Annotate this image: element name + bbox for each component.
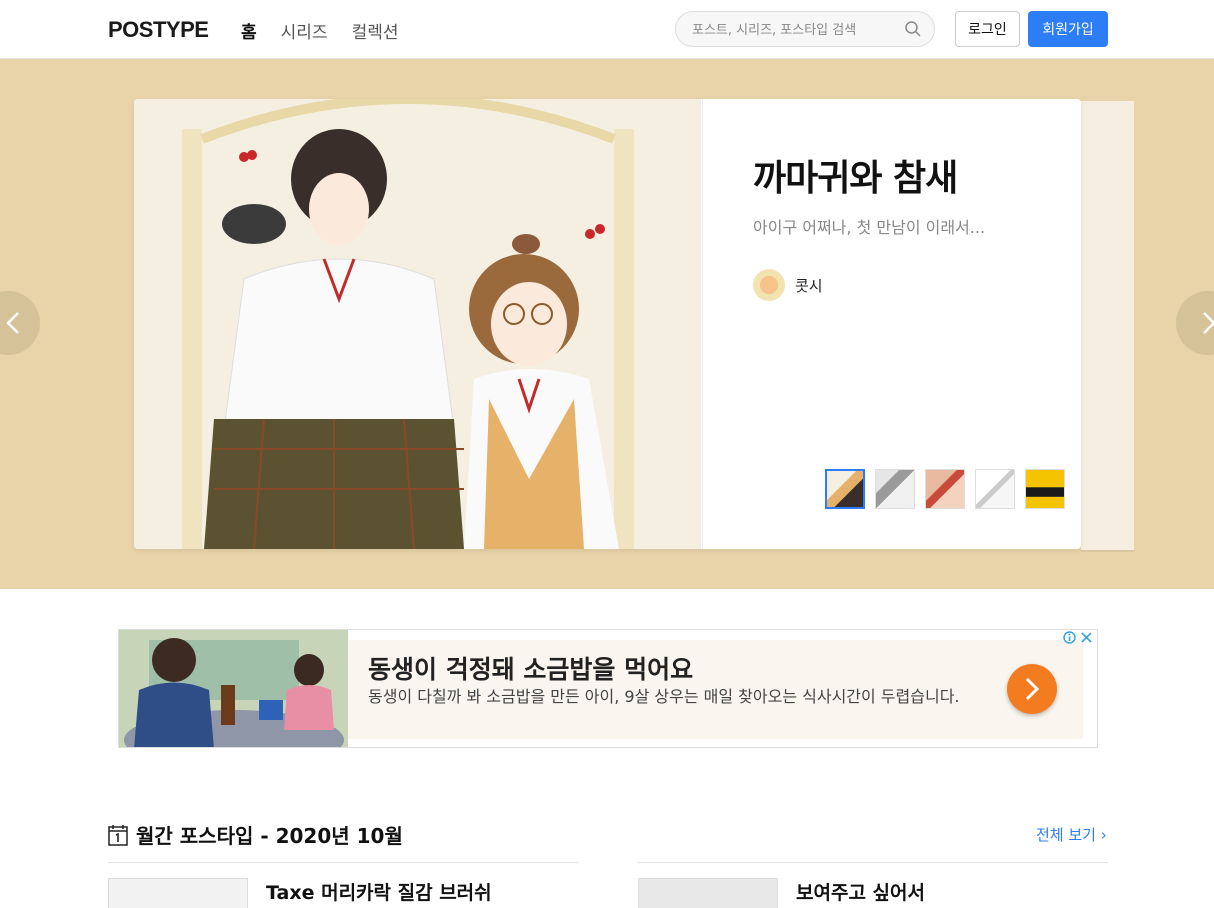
search-input[interactable] xyxy=(692,20,892,40)
hero-prev-button[interactable] xyxy=(0,291,40,355)
nav-collection[interactable]: 컬렉션 xyxy=(352,18,399,43)
ad-description: 동생이 다칠까 봐 소금밥을 만든 아이, 9살 상우는 매일 찾아오는 식사시… xyxy=(368,687,960,706)
chevron-left-icon xyxy=(6,312,19,334)
hero-subtitle: 아이구 어쩌나, 첫 만남이 이래서... xyxy=(753,218,986,237)
top-header: POSTYPE 홈 시리즈 컬렉션 로그인 회원가입 xyxy=(0,0,1214,59)
post-thumbnail xyxy=(108,878,248,908)
postype-logo[interactable]: POSTYPE xyxy=(108,17,209,43)
ad-title[interactable]: 동생이 걱정돼 소금밥을 먹어요 xyxy=(368,650,693,686)
monthly-section-title: 월간 포스타입 - 2020년 10월 xyxy=(108,820,403,849)
info-icon[interactable] xyxy=(1063,631,1076,644)
ad-go-button[interactable] xyxy=(1007,664,1057,714)
search-box xyxy=(675,11,935,47)
signup-button[interactable]: 회원가입 xyxy=(1028,11,1108,47)
hero-thumbnail[interactable] xyxy=(975,469,1015,509)
hero-card[interactable]: 까마귀와 참새 아이구 어쩌나, 첫 만남이 이래서... 콧시 xyxy=(134,99,1081,549)
chevron-right-icon xyxy=(1203,312,1214,334)
post-thumbnail xyxy=(638,878,778,908)
hero-thumbnail[interactable] xyxy=(875,469,915,509)
nav-home[interactable]: 홈 xyxy=(241,18,257,43)
ad-banner[interactable]: 동생이 걱정돼 소금밥을 먹어요 동생이 다칠까 봐 소금밥을 만든 아이, 9… xyxy=(118,629,1098,748)
post-title[interactable]: Taxe 머리카락 질감 브러쉬 xyxy=(266,878,492,905)
hero-info: 까마귀와 참새 아이구 어쩌나, 첫 만남이 이래서... 콧시 xyxy=(702,99,1081,549)
hero-banner: 까마귀와 참새 아이구 어쩌나, 첫 만남이 이래서... 콧시 xyxy=(0,59,1214,589)
post-title[interactable]: 보여주고 싶어서 xyxy=(796,878,925,905)
calendar-icon xyxy=(108,824,128,846)
hero-thumbnails xyxy=(825,469,1065,509)
author-name: 콧시 xyxy=(795,276,823,295)
hero-thumbnail[interactable] xyxy=(925,469,965,509)
ad-image xyxy=(119,630,348,747)
nav-series[interactable]: 시리즈 xyxy=(281,18,328,43)
close-icon[interactable] xyxy=(1080,631,1093,644)
hero-thumbnail[interactable] xyxy=(1025,469,1065,509)
hero-thumbnail[interactable] xyxy=(825,469,865,509)
section-heading: 월간 포스타입 - 2020년 10월 xyxy=(136,824,403,848)
ad-choices[interactable] xyxy=(1063,631,1093,644)
main-nav: 홈 시리즈 컬렉션 xyxy=(241,18,422,43)
hero-title[interactable]: 까마귀와 참새 xyxy=(753,149,958,201)
author-link[interactable]: 콧시 xyxy=(753,269,823,301)
author-avatar xyxy=(753,269,785,301)
section-divider xyxy=(638,862,1108,863)
hero-next-button[interactable] xyxy=(1176,291,1214,355)
search-icon[interactable] xyxy=(904,20,922,38)
illustration-art xyxy=(134,99,701,549)
chevron-right-icon xyxy=(1025,677,1040,701)
next-slide-edge xyxy=(1081,101,1134,552)
login-button[interactable]: 로그인 xyxy=(955,11,1020,47)
section-divider xyxy=(108,862,578,863)
see-all-link[interactable]: 전체 보기 › xyxy=(1036,824,1107,845)
hero-illustration xyxy=(134,99,701,549)
